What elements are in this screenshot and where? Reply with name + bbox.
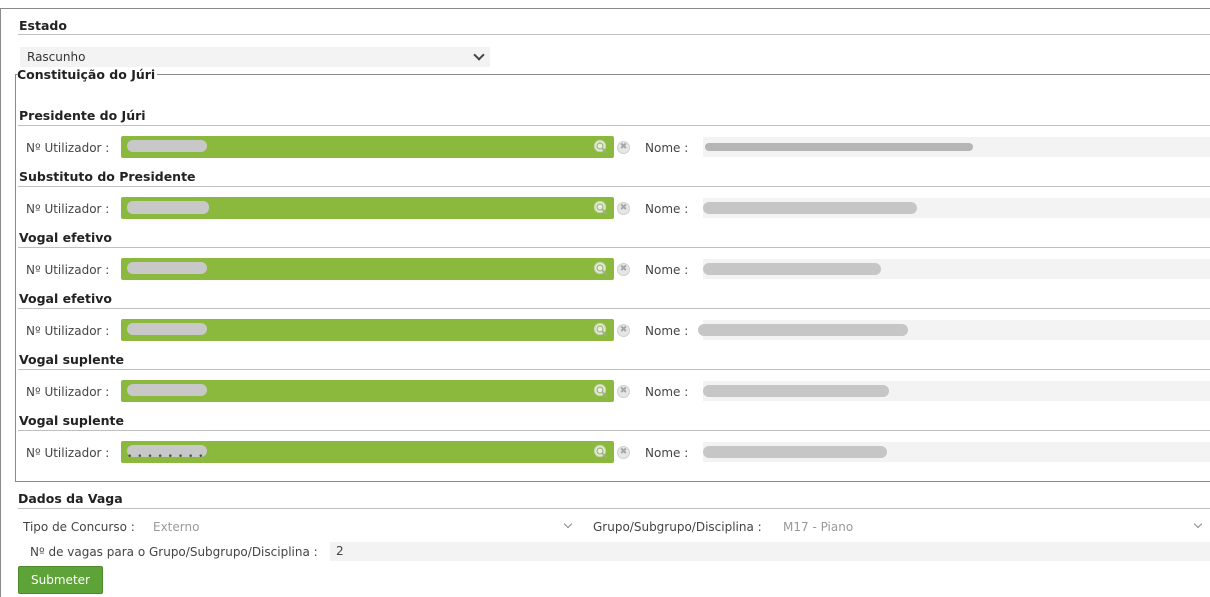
frame-border-left <box>0 8 10 597</box>
nome-label: Nome : <box>645 324 689 338</box>
redacted-value <box>127 323 207 335</box>
search-icon[interactable] <box>593 139 609 155</box>
redacted-value <box>127 140 207 152</box>
member-underline <box>18 430 1210 431</box>
estado-title: Estado <box>19 18 67 33</box>
user-number-input[interactable] <box>121 197 614 219</box>
search-icon[interactable] <box>593 444 609 460</box>
tipo-concurso-value: Externo <box>153 520 200 534</box>
member-underline <box>18 369 1210 370</box>
member-role-title: Presidente do Júri <box>19 108 146 123</box>
user-number-input[interactable] <box>121 258 614 280</box>
clear-icon[interactable]: ✖ <box>617 446 630 459</box>
nome-label: Nome : <box>645 385 689 399</box>
search-icon[interactable] <box>593 200 609 216</box>
clear-icon[interactable]: ✖ <box>617 141 630 154</box>
tipo-concurso-label: Tipo de Concurso : <box>23 520 135 534</box>
redacted-name <box>703 385 889 397</box>
member-role-title: Vogal efetivo <box>19 230 112 245</box>
estado-selected-value: Rascunho <box>27 50 86 64</box>
redacted-name <box>703 446 887 458</box>
user-number-input[interactable] <box>121 380 614 402</box>
tipo-concurso-select[interactable]: Externo <box>148 517 580 537</box>
user-number-label: Nº Utilizador : <box>26 263 110 277</box>
form-page: Estado Rascunho Constituição do Júri Pre… <box>0 0 1210 597</box>
vaga-title: Dados da Vaga <box>18 491 123 506</box>
nome-label: Nome : <box>645 141 689 155</box>
user-number-label: Nº Utilizador : <box>26 446 110 460</box>
redacted-value <box>127 201 209 214</box>
redacted-value <box>127 384 207 396</box>
member-role-title: Substituto do Presidente <box>19 169 196 184</box>
nome-label: Nome : <box>645 263 689 277</box>
member-underline <box>18 186 1210 187</box>
search-icon[interactable] <box>593 322 609 338</box>
redacted-name <box>698 324 908 336</box>
nome-field <box>703 137 1210 157</box>
user-number-label: Nº Utilizador : <box>26 202 110 216</box>
frame-border-top <box>9 8 1210 9</box>
nome-field <box>703 381 1210 401</box>
estado-underline <box>18 34 1210 35</box>
clear-icon[interactable]: ✖ <box>617 385 630 398</box>
redacted-name <box>703 202 917 214</box>
vaga-underline <box>18 508 1210 509</box>
nome-field <box>703 442 1210 462</box>
user-number-label: Nº Utilizador : <box>26 385 110 399</box>
clear-icon[interactable]: ✖ <box>617 202 630 215</box>
vagas-value: 2 <box>336 544 344 558</box>
user-number-input[interactable]: • • • • • • • • <box>121 441 614 463</box>
clear-icon[interactable]: ✖ <box>617 324 630 337</box>
juri-legend: Constituição do Júri <box>17 67 158 82</box>
redacted-name <box>705 143 973 151</box>
member-role-title: Vogal efetivo <box>19 291 112 306</box>
user-number-label: Nº Utilizador : <box>26 324 110 338</box>
grupo-label: Grupo/Subgrupo/Disciplina : <box>593 520 762 534</box>
user-number-input[interactable] <box>121 136 614 158</box>
chevron-down-icon <box>472 47 486 67</box>
vagas-label: Nº de vagas para o Grupo/Subgrupo/Discip… <box>30 545 318 559</box>
grupo-select[interactable]: M17 - Piano <box>778 517 1210 537</box>
search-icon[interactable] <box>593 383 609 399</box>
member-underline <box>18 308 1210 309</box>
partial-redacted-digits: • • • • • • • • <box>127 452 205 462</box>
estado-select[interactable]: Rascunho <box>20 47 490 67</box>
redacted-value <box>127 262 207 274</box>
member-role-title: Vogal suplente <box>19 413 124 428</box>
submit-button[interactable]: Submeter <box>18 566 103 594</box>
member-underline <box>18 125 1210 126</box>
nome-label: Nome : <box>645 446 689 460</box>
user-number-input[interactable] <box>121 319 614 341</box>
vagas-field: 2 <box>330 542 1210 561</box>
grupo-value: M17 - Piano <box>783 520 854 534</box>
nome-label: Nome : <box>645 202 689 216</box>
nome-field <box>703 259 1210 279</box>
redacted-name <box>703 263 881 275</box>
clear-icon[interactable]: ✖ <box>617 263 630 276</box>
member-role-title: Vogal suplente <box>19 352 124 367</box>
user-number-label: Nº Utilizador : <box>26 141 110 155</box>
chevron-down-icon <box>1192 517 1206 537</box>
chevron-down-icon <box>562 517 576 537</box>
member-underline <box>18 247 1210 248</box>
search-icon[interactable] <box>593 261 609 277</box>
nome-field <box>703 198 1210 218</box>
nome-field <box>698 320 1210 340</box>
